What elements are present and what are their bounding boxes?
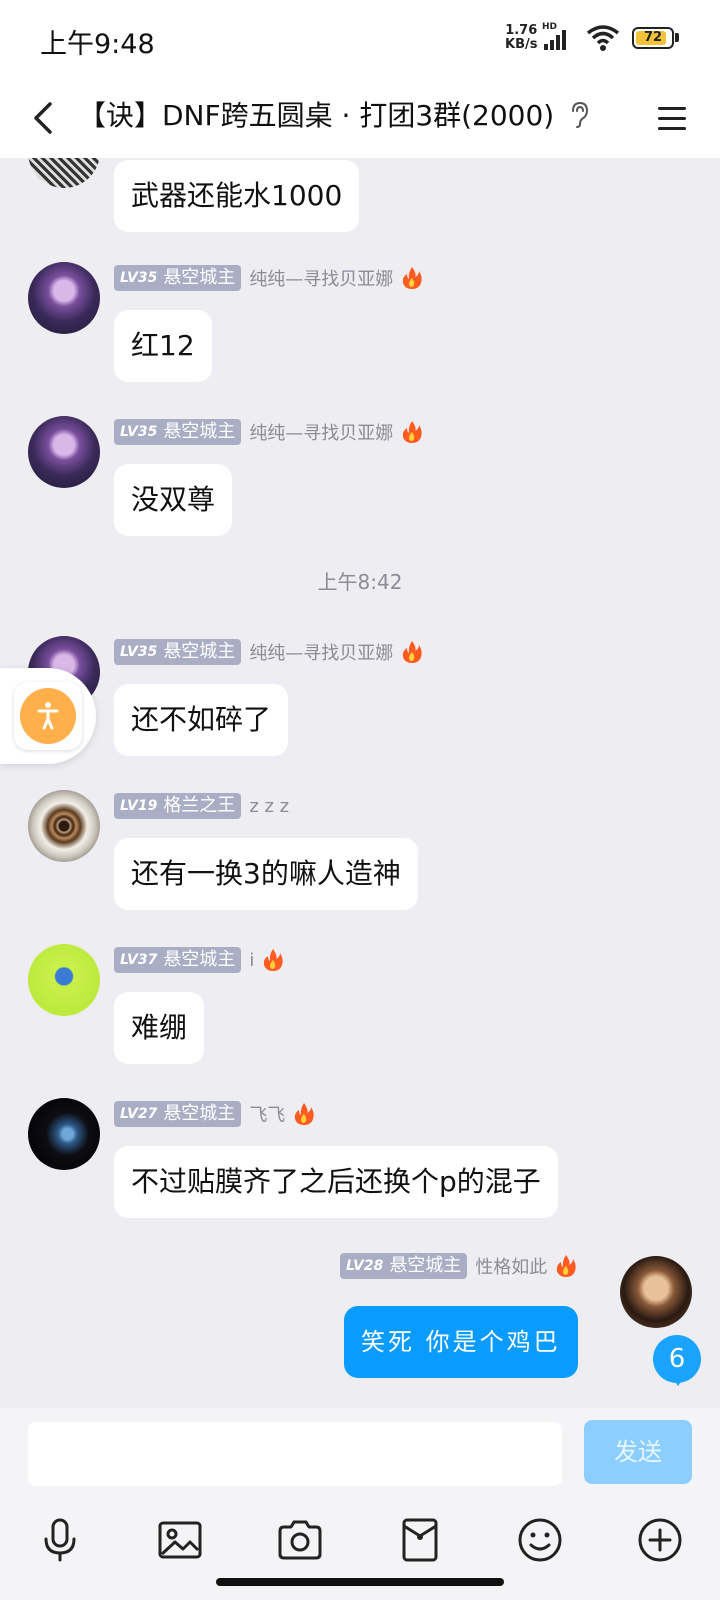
sender-info: LV27 悬空城主 飞飞 (114, 1100, 317, 1128)
status-time: 上午9:48 (40, 29, 155, 60)
network-speed-value: 1.76 (505, 23, 538, 38)
sender-name[interactable]: z z z (249, 796, 289, 817)
level-title: 格兰之王 (163, 795, 236, 816)
fire-icon (403, 421, 422, 443)
level-number: LV28 (346, 1258, 384, 1274)
avatar[interactable] (28, 944, 100, 1016)
avatar[interactable] (28, 790, 100, 862)
message-bubble[interactable]: 武器还能水1000 (114, 160, 360, 232)
battery-icon: 72 (632, 27, 674, 49)
level-number: LV35 (120, 424, 158, 440)
fire-icon (264, 949, 283, 971)
sender-name[interactable]: 纯纯—寻找贝亚娜 (249, 265, 393, 291)
ear-icon[interactable] (568, 100, 592, 130)
message-input[interactable] (28, 1422, 562, 1486)
fire-icon (557, 1255, 576, 1277)
level-badge: LV28 悬空城主 (340, 1253, 468, 1279)
red-packet-icon[interactable] (396, 1516, 444, 1564)
battery-level: 72 (643, 30, 663, 45)
sender-info: LV35 悬空城主 纯纯—寻找贝亚娜 (114, 264, 425, 292)
level-number: LV19 (120, 798, 158, 814)
emoji-icon[interactable] (516, 1516, 564, 1564)
sender-name[interactable]: 性格如此 (475, 1253, 547, 1279)
level-number: LV27 (120, 1106, 158, 1122)
level-number: LV37 (120, 952, 158, 968)
fire-icon (295, 1103, 314, 1125)
chat-title[interactable]: 【诀】DNF跨五圆桌 · 打团3群(2000) (78, 96, 554, 136)
signal-icon (544, 30, 566, 50)
level-badge: LV19 格兰之王 (114, 793, 242, 819)
back-arrow-icon[interactable] (24, 96, 68, 140)
level-title: 悬空城主 (163, 949, 236, 970)
floating-assist-button[interactable] (0, 668, 96, 764)
level-title: 悬空城主 (163, 641, 236, 662)
level-badge: LV35 悬空城主 (114, 265, 242, 291)
level-title: 悬空城主 (163, 1103, 236, 1124)
input-bar: 发送 (0, 1408, 720, 1600)
status-bar: 上午9:48 1.76 KB/s HD 72 (0, 0, 720, 78)
sender-info: LV37 悬空城主 i (114, 946, 286, 974)
image-icon[interactable] (156, 1516, 204, 1564)
plus-icon[interactable] (636, 1516, 684, 1564)
fire-icon (403, 641, 422, 663)
sender-info: LV35 悬空城主 纯纯—寻找贝亚娜 (114, 418, 425, 446)
message-bubble[interactable]: 难绷 (114, 992, 205, 1064)
message-bubble[interactable]: 还有一换3的嘛人造神 (114, 838, 418, 910)
message-list[interactable]: 武器还能水1000 LV35 悬空城主 纯纯—寻找贝亚娜 红12 LV35 悬空… (0, 158, 720, 1408)
message-bubble[interactable]: 不过贴膜齐了之后还换个p的混子 (114, 1146, 558, 1218)
avatar[interactable] (28, 416, 100, 488)
camera-icon[interactable] (276, 1516, 324, 1564)
level-title: 悬空城主 (389, 1255, 462, 1276)
sender-name[interactable]: 纯纯—寻找贝亚娜 (249, 639, 393, 665)
sender-name[interactable]: i (249, 950, 254, 971)
avatar[interactable] (28, 158, 100, 188)
menu-icon[interactable] (652, 98, 692, 138)
avatar[interactable] (28, 262, 100, 334)
sender-info: LV35 悬空城主 纯纯—寻找贝亚娜 (114, 638, 425, 666)
sender-info: LV19 格兰之王 z z z (114, 792, 289, 820)
chat-header: 【诀】DNF跨五圆桌 · 打团3群(2000) (0, 78, 720, 158)
self-message-bubble[interactable]: 笑死 你是个鸡巴 (344, 1306, 578, 1378)
network-speed: 1.76 KB/s (505, 24, 537, 52)
fire-icon (403, 267, 422, 289)
self-avatar[interactable] (620, 1256, 692, 1328)
message-bubble[interactable]: 红12 (114, 310, 212, 382)
level-title: 悬空城主 (163, 267, 236, 288)
level-badge: LV27 悬空城主 (114, 1101, 242, 1127)
avatar[interactable] (28, 1098, 100, 1170)
accessibility-icon (37, 702, 59, 730)
home-indicator[interactable] (216, 1578, 504, 1586)
level-number: LV35 (120, 270, 158, 286)
sender-name[interactable]: 飞飞 (249, 1101, 285, 1127)
level-badge: LV35 悬空城主 (114, 419, 242, 445)
sender-name[interactable]: 纯纯—寻找贝亚娜 (249, 419, 393, 445)
time-divider: 上午8:42 (317, 570, 403, 594)
level-title: 悬空城主 (163, 421, 236, 442)
level-badge: LV37 悬空城主 (114, 947, 242, 973)
message-bubble[interactable]: 还不如碎了 (114, 684, 289, 756)
level-number: LV35 (120, 644, 158, 660)
message-bubble[interactable]: 没双尊 (114, 464, 233, 536)
send-button[interactable]: 发送 (584, 1420, 692, 1484)
microphone-icon[interactable] (36, 1516, 84, 1564)
network-speed-unit: KB/s (505, 37, 538, 52)
wifi-icon (586, 25, 620, 51)
sender-info: LV28 悬空城主 性格如此 (340, 1252, 579, 1280)
level-badge: LV35 悬空城主 (114, 639, 242, 665)
